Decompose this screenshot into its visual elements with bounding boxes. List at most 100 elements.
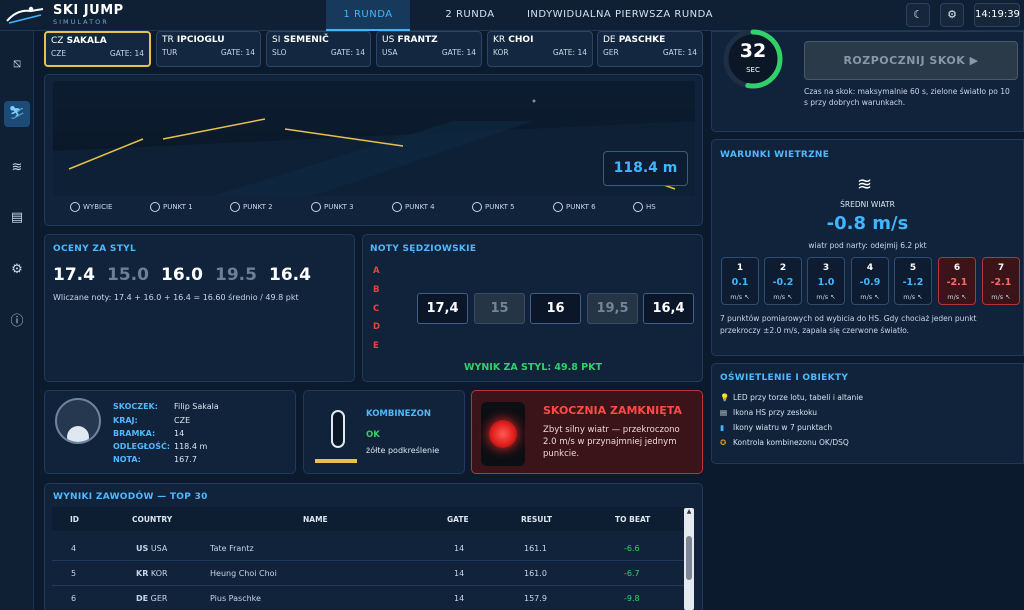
jumper-card-ipcioglu[interactable]: TR IPCIOGLU TUR GATE: 14: [156, 31, 261, 67]
column-header-to-beat[interactable]: TO BEAT: [615, 515, 650, 524]
suit-check-icon: ✪: [720, 438, 727, 447]
judge-letter: D: [373, 322, 381, 332]
scroll-up-icon[interactable]: ▲: [685, 508, 693, 516]
jumper-card-frantz[interactable]: US FRANTZ USA GATE: 14: [376, 31, 482, 67]
point-4[interactable]: PUNKT 4: [392, 202, 435, 216]
tab-individual-first-round[interactable]: INDYWIDUALNA PIERWSZA RUNDA: [522, 0, 718, 31]
jumper-card-gate: GATE: 14: [330, 48, 365, 57]
avg-wind-label: ŚREDNI WIATR: [840, 200, 895, 209]
wind-point-5[interactable]: 5 -1.2 m/s ↖: [894, 257, 932, 305]
point-1[interactable]: PUNKT 1: [150, 202, 193, 216]
results-body: 4 US USA Tate Frantz 14 161.1 -6.6 5 KR …: [52, 536, 684, 610]
point-takeoff[interactable]: WYBICIE: [70, 202, 112, 216]
column-header-name[interactable]: NAME: [303, 515, 328, 524]
column-header-country[interactable]: COUNTRY: [132, 515, 172, 524]
hs-icon: ▤: [720, 408, 728, 417]
cell-name: Pius Paschke: [210, 594, 261, 603]
cell-to-beat: -6.6: [624, 544, 640, 553]
style-score: 15.0: [107, 265, 149, 285]
lighting-title: OŚWIETLENIE I OBIEKTY: [720, 373, 849, 383]
wind-point-2[interactable]: 2 -0.2 m/s ↖: [764, 257, 802, 305]
info-label: BRAMKA:: [113, 429, 156, 438]
column-header-gate[interactable]: GATE: [447, 515, 469, 524]
style-scores-title: OCENY ZA STYL: [53, 244, 136, 254]
column-header-id[interactable]: ID: [70, 515, 79, 524]
suit-icon: [331, 410, 345, 448]
scrollbar-thumb[interactable]: [686, 536, 692, 580]
cell-name: Tate Frantz: [210, 544, 254, 553]
info-value: 118.4 m: [174, 442, 208, 451]
sidebar-hill-icon[interactable]: ⧅: [4, 51, 30, 77]
point-marker-icon: [392, 202, 402, 212]
sidebar-settings-icon[interactable]: ⚙: [4, 257, 30, 283]
judge-score-b[interactable]: 15: [474, 293, 525, 324]
tab-round-1[interactable]: 1 RUNDA: [326, 0, 410, 31]
judge-score-d[interactable]: 19,5: [587, 293, 638, 324]
cell-result: 161.1: [524, 544, 547, 553]
table-row[interactable]: 6 DE GER Pius Paschke 14 157.9 -9.8: [52, 586, 684, 610]
suit-underline: [315, 459, 357, 463]
table-row[interactable]: 5 KR KOR Heung Choi Choi 14 161.0 -6.7: [52, 561, 684, 586]
countdown-timer: 32 SEC: [722, 28, 784, 90]
style-score: 19.5: [215, 265, 257, 285]
column-header-result[interactable]: RESULT: [521, 515, 552, 524]
jumper-card-gate: GATE: 14: [441, 48, 476, 57]
cell-id: 6: [71, 594, 77, 603]
sidebar-info-icon[interactable]: ⓘ: [4, 309, 30, 335]
hill-closed-desc: Zbyt silny wiatr — przekroczono 2.0 m/s …: [543, 425, 680, 459]
cell-id: 5: [71, 569, 77, 578]
info-label: SKOCZEK:: [113, 402, 158, 411]
point-marker-icon: [472, 202, 482, 212]
cell-gate: 14: [454, 594, 465, 603]
suit-title: KOMBINEZON: [366, 409, 431, 419]
judge-score-c[interactable]: 16: [530, 293, 581, 324]
jumper-card-country: TUR: [162, 48, 178, 57]
cell-id: 4: [71, 544, 77, 553]
avatar: [55, 398, 101, 444]
wind-point-4[interactable]: 4 -0.9 m/s ↖: [851, 257, 889, 305]
wind-point-6[interactable]: 6 -2.1 m/s ↖: [938, 257, 976, 305]
point-hs[interactable]: HS: [633, 202, 656, 216]
jumper-card-semenic[interactable]: SI SEMENIČ SLO GATE: 14: [266, 31, 371, 67]
point-marker-icon: [311, 202, 321, 212]
sidebar-wind-icon[interactable]: ≋: [4, 155, 30, 181]
jumper-card-choi[interactable]: KR CHOI KOR GATE: 14: [487, 31, 593, 67]
tab-round-2[interactable]: 2 RUNDA: [434, 0, 506, 31]
table-row[interactable]: 4 US USA Tate Frantz 14 161.1 -6.6: [52, 536, 684, 561]
jumper-card-country: USA: [382, 48, 398, 57]
theme-toggle-button[interactable]: ☾: [906, 3, 930, 27]
judge-score-a[interactable]: 17,4: [417, 293, 468, 324]
jumper-card-name: DE PASCHKE: [603, 35, 666, 45]
avg-wind-value: -0.8 m/s: [826, 213, 909, 234]
sidebar: ⧅ ⛷ ≋ ▤ ⚙ ⓘ: [0, 31, 34, 610]
results-scrollbar[interactable]: ▲: [684, 508, 694, 610]
wind-point-7[interactable]: 7 -2.1 m/s ↖: [982, 257, 1020, 305]
distance-readout: 118.4 m: [603, 151, 688, 186]
cell-to-beat: -9.8: [624, 594, 640, 603]
judge-letter: E: [373, 341, 379, 351]
jumper-card-sakala[interactable]: CZ SAKALA CZE GATE: 14: [44, 31, 151, 67]
sidebar-jumper-icon[interactable]: ⛷: [4, 101, 30, 127]
point-6[interactable]: PUNKT 6: [553, 202, 596, 216]
flight-track-graphic: [53, 81, 695, 196]
point-2[interactable]: PUNKT 2: [230, 202, 273, 216]
wind-point-1[interactable]: 1 0.1 m/s ↖: [721, 257, 759, 305]
cell-gate: 14: [454, 569, 465, 578]
point-marker-icon: [633, 202, 643, 212]
jumper-card-country: SLO: [272, 48, 287, 57]
judge-score-e[interactable]: 16,4: [643, 293, 694, 324]
wind-point-3[interactable]: 3 1.0 m/s ↖: [807, 257, 845, 305]
app-title: SKI JUMP: [53, 3, 124, 18]
judge-letter: C: [373, 304, 380, 314]
point-5[interactable]: PUNKT 5: [472, 202, 515, 216]
lighting-item: ▤ Ikona HS przy zeskoku: [720, 408, 817, 417]
moon-icon: ☾: [913, 8, 923, 21]
point-marker-icon: [150, 202, 160, 212]
sidebar-table-icon[interactable]: ▤: [4, 205, 30, 231]
settings-button[interactable]: ⚙: [940, 3, 964, 27]
jumper-card-paschke[interactable]: DE PASCHKE GER GATE: 14: [597, 31, 703, 67]
bulb-icon: 💡: [720, 393, 730, 402]
jumper-card-name: TR IPCIOGLU: [162, 35, 225, 45]
point-3[interactable]: PUNKT 3: [311, 202, 354, 216]
start-jump-button[interactable]: ROZPOCZNIJ SKOK ▶: [804, 41, 1018, 80]
